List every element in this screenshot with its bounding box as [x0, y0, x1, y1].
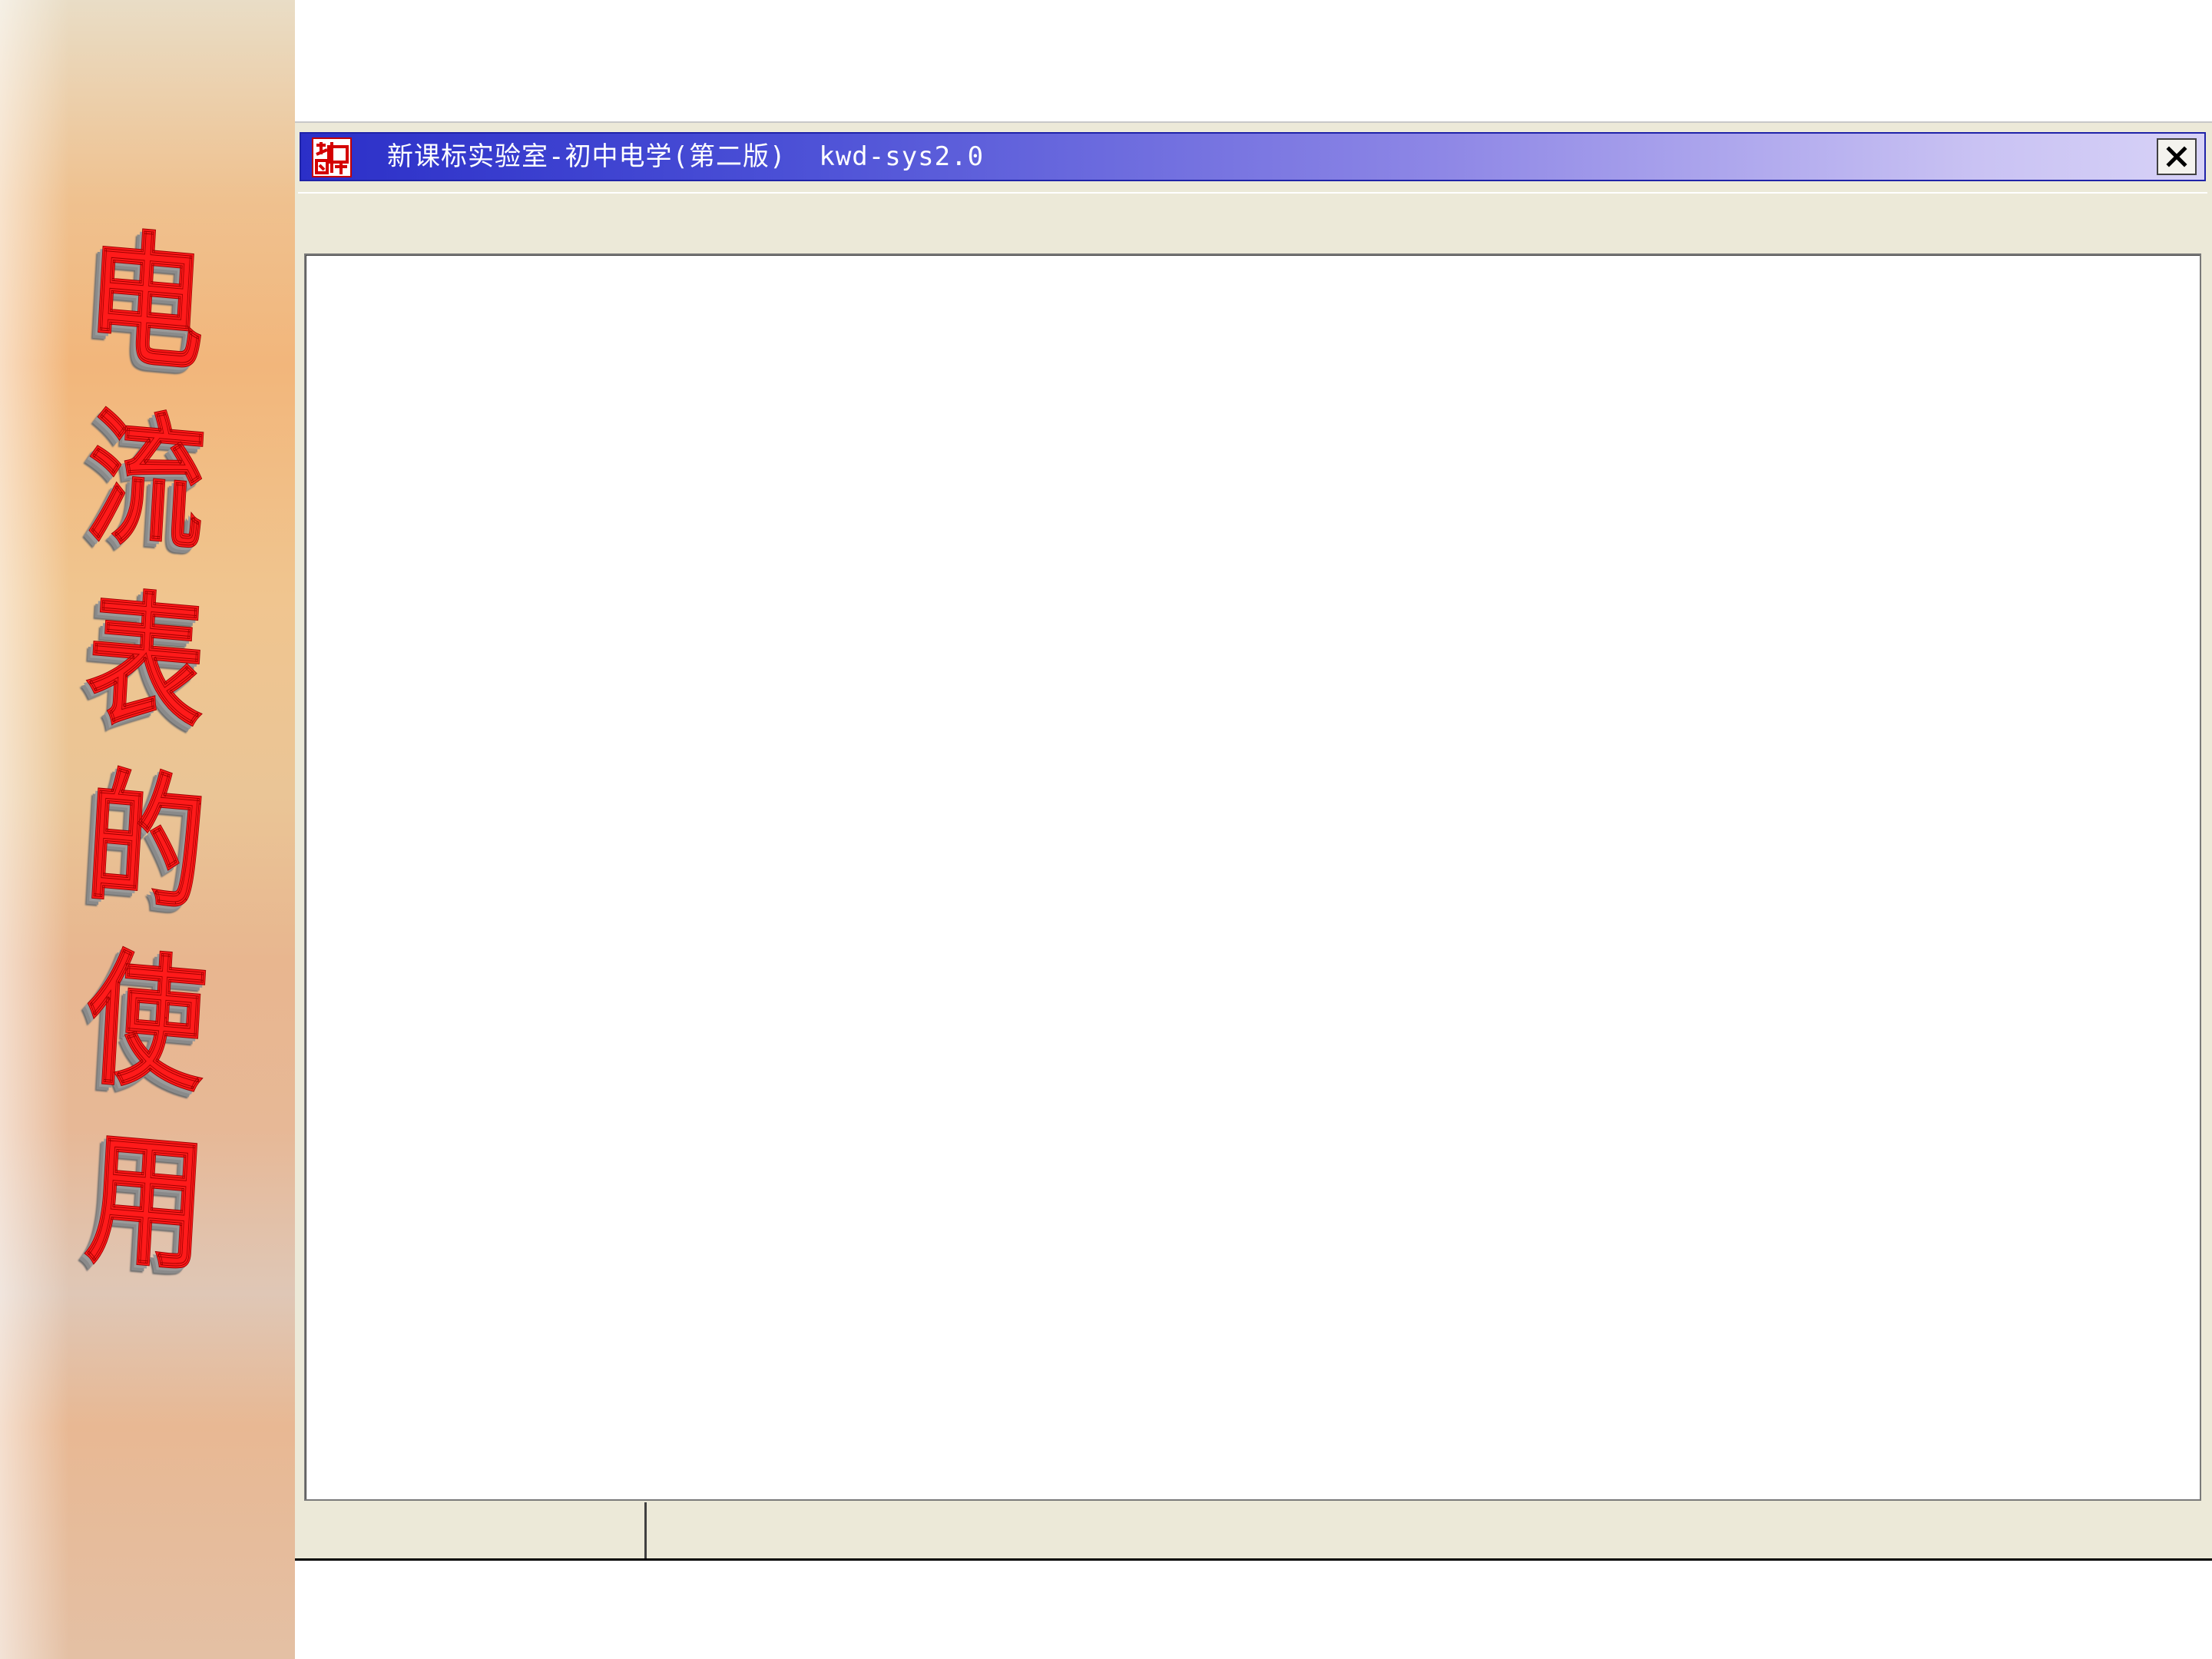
- app-logo-icon: [312, 137, 352, 177]
- experiment-canvas[interactable]: [304, 253, 2201, 1501]
- close-icon: [2166, 146, 2187, 167]
- toolbar-area: [298, 192, 2207, 247]
- app-window: 新课标实验室-初中电学(第二版) kwd-sys2.0: [295, 121, 2212, 1561]
- side-title-char: 使: [81, 932, 210, 1112]
- window-title: 新课标实验室-初中电学(第二版) kwd-sys2.0: [387, 141, 985, 172]
- close-button[interactable]: [2157, 138, 2197, 175]
- slide: 电 流 表 的 使 用 新课标实验室-初中电学(第二版) kwd-sys2.0: [0, 0, 2212, 1659]
- side-title-char: 电: [81, 212, 210, 392]
- side-title-char: 流: [81, 392, 210, 572]
- status-cell-left: [295, 1502, 647, 1558]
- side-title-char: 的: [81, 752, 210, 932]
- status-bar: [295, 1502, 2212, 1561]
- title-bar[interactable]: 新课标实验室-初中电学(第二版) kwd-sys2.0: [300, 132, 2206, 181]
- side-title: 电 流 表 的 使 用: [31, 212, 261, 1292]
- status-cell-right: [650, 1502, 2212, 1558]
- side-title-char: 表: [81, 572, 210, 753]
- side-title-char: 用: [81, 1112, 210, 1293]
- side-panel: 电 流 表 的 使 用: [0, 0, 295, 1659]
